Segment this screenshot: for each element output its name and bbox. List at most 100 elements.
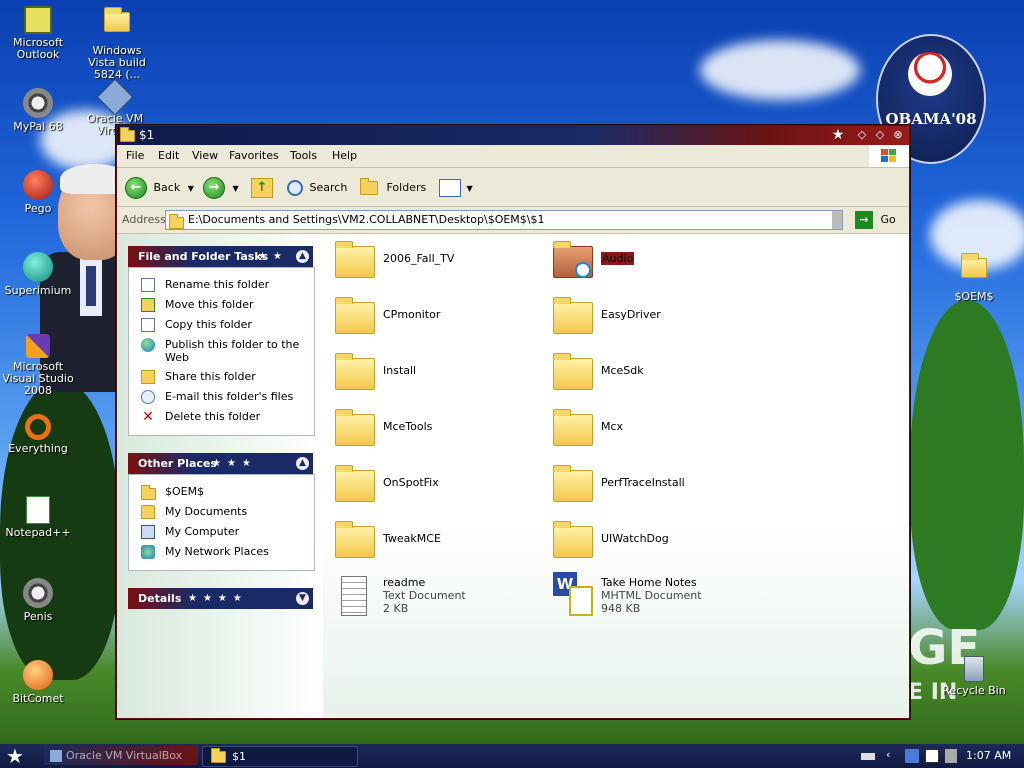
desktop-icon-oem[interactable]: $OEM$	[937, 252, 1011, 303]
folder-icon	[141, 485, 156, 500]
explorer-window[interactable]: $1 ★ ◇ ◇ ⊗ File Edit View Favorites Tool…	[116, 125, 910, 719]
folder-item[interactable]: Mcx	[553, 408, 763, 454]
go-arrow-icon: →	[855, 211, 873, 229]
back-button[interactable]: ← Back ▼	[125, 177, 194, 199]
desktop-icon-visual-studio[interactable]: Microsoft Visual Studio 2008	[1, 334, 75, 397]
folders-label: Folders	[386, 181, 427, 194]
monitor-tray-icon[interactable]	[925, 749, 939, 763]
folder-item[interactable]: Install	[335, 352, 545, 398]
folder-icon	[961, 253, 987, 278]
close-button[interactable]: ⊗	[891, 128, 905, 142]
go-button[interactable]: → Go	[855, 210, 896, 230]
menu-bar: File Edit View Favorites Tools Help	[117, 145, 909, 168]
views-button[interactable]: ▼	[439, 177, 473, 199]
folder-icon	[553, 409, 593, 446]
address-path: E:\Documents and Settings\VM2.COLLABNET\…	[188, 213, 545, 226]
search-button[interactable]: Search	[287, 177, 347, 199]
folder-item[interactable]: CPmonitor	[335, 296, 545, 342]
folder-item[interactable]: UIWatchDog	[553, 520, 763, 566]
folder-item-selected[interactable]: Audio	[553, 240, 763, 286]
title-bar[interactable]: $1 ★ ◇ ◇ ⊗	[117, 126, 909, 145]
folder-item[interactable]: EasyDriver	[553, 296, 763, 342]
file-tasks-header[interactable]: File and Folder Tasks ★★ ▲	[128, 246, 313, 267]
desktop-icon-recycle-bin[interactable]: Recycle Bin	[937, 656, 1011, 697]
bitcomet-icon	[23, 660, 53, 690]
desktop-icon-mypal[interactable]: MyPal 68	[1, 88, 75, 133]
folder-item[interactable]: TweakMCE	[335, 520, 545, 566]
menu-view[interactable]: View	[192, 149, 218, 162]
folder-icon	[335, 409, 375, 446]
chevron-left-icon[interactable]: ‹	[886, 748, 890, 761]
file-name: Take Home Notes	[601, 576, 697, 589]
details-header[interactable]: Details ★★★★ ▼	[128, 588, 313, 609]
folder-icon	[335, 521, 375, 558]
share-icon	[141, 370, 155, 384]
collapse-icon[interactable]: ▲	[296, 250, 309, 263]
desktop-icon-label: Everything	[8, 442, 68, 455]
menu-edit[interactable]: Edit	[158, 149, 179, 162]
desktop-icon-label: Pego	[24, 202, 52, 215]
address-input[interactable]: E:\Documents and Settings\VM2.COLLABNET\…	[165, 210, 843, 230]
taskbar-task-explorer[interactable]: $1	[202, 746, 358, 767]
rename-icon	[141, 278, 155, 292]
start-button[interactable]: ★	[6, 745, 24, 767]
desktop-icon-label: BitComet	[12, 692, 64, 705]
desktop-icon-bitcomet[interactable]: BitComet	[1, 660, 75, 705]
desktop-icon-pego[interactable]: Pego	[1, 170, 75, 215]
raccoon-icon	[23, 88, 53, 118]
desktop-icon-everything[interactable]: Everything	[1, 414, 75, 455]
address-dropdown-button[interactable]	[832, 211, 842, 229]
file-item[interactable]: readme Text Document 2 KB	[335, 576, 545, 622]
volume-tray-icon[interactable]	[945, 749, 957, 763]
expand-icon[interactable]: ▼	[296, 592, 309, 605]
folder-icon	[169, 214, 184, 229]
folder-icon	[553, 521, 593, 558]
desktop-icon-label: Superimium	[4, 284, 72, 297]
move-icon	[141, 298, 155, 312]
other-places-title: Other Places	[138, 457, 217, 470]
desktop-icon-label: $OEM$	[954, 290, 994, 303]
other-places-header[interactable]: Other Places ★★★ ▲	[128, 453, 313, 474]
folder-icon	[335, 353, 375, 390]
minimize-button[interactable]: ◇	[855, 128, 869, 142]
menu-tools[interactable]: Tools	[290, 149, 317, 162]
desktop-icon-outlook[interactable]: Microsoft Outlook	[1, 6, 75, 61]
maximize-button[interactable]: ◇	[873, 128, 887, 142]
up-button[interactable]: ↑	[251, 177, 273, 199]
folder-icon	[553, 353, 593, 390]
forward-button[interactable]: → ▼	[203, 177, 239, 199]
keyboard-icon[interactable]	[861, 753, 875, 760]
file-item[interactable]: W Take Home Notes MHTML Document 948 KB	[553, 572, 763, 622]
virtualbox-icon	[96, 78, 134, 116]
desktop-icon-superimium[interactable]: Superimium	[1, 252, 75, 297]
desktop-icon-label: Windows Vista build 5824 (...	[88, 44, 146, 81]
desktop-icon-notepadpp[interactable]: Notepad++	[1, 496, 75, 539]
desktop-icon-vista[interactable]: Windows Vista build 5824 (...	[80, 6, 154, 81]
menu-help[interactable]: Help	[332, 149, 357, 162]
details-title: Details	[138, 592, 182, 605]
folder-item[interactable]: 2006_Fall_TV	[335, 240, 545, 286]
folders-button[interactable]: Folders	[360, 177, 426, 199]
folder-item[interactable]: OnSpotFix	[335, 464, 545, 510]
desktop-icon-label: Microsoft Visual Studio 2008	[2, 360, 74, 397]
network-tray-icon[interactable]	[905, 749, 919, 763]
file-type: Text Document	[383, 589, 466, 602]
clock[interactable]: 1:07 AM	[966, 749, 1011, 762]
chevron-down-icon: ▼	[466, 184, 473, 193]
chevron-down-icon[interactable]: ▼	[233, 184, 239, 193]
recycle-bin-icon	[964, 656, 984, 682]
menu-file[interactable]: File	[126, 149, 144, 162]
taskbar-task-virtualbox[interactable]: Oracle VM VirtualBox	[44, 746, 198, 765]
folder-icon	[120, 127, 135, 142]
folder-item[interactable]: MceTools	[335, 408, 545, 454]
window-title: $1	[139, 128, 155, 142]
desktop-icon-label: Recycle Bin	[942, 684, 1006, 697]
folder-item[interactable]: MceSdk	[553, 352, 763, 398]
folder-icon	[211, 748, 226, 763]
desktop-icon-penis[interactable]: Penis	[1, 578, 75, 623]
menu-favorites[interactable]: Favorites	[229, 149, 279, 162]
star-icon[interactable]: ★	[831, 128, 845, 142]
folder-item[interactable]: PerfTraceInstall	[553, 464, 763, 510]
chevron-down-icon[interactable]: ▼	[188, 184, 194, 193]
collapse-icon[interactable]: ▲	[296, 457, 309, 470]
